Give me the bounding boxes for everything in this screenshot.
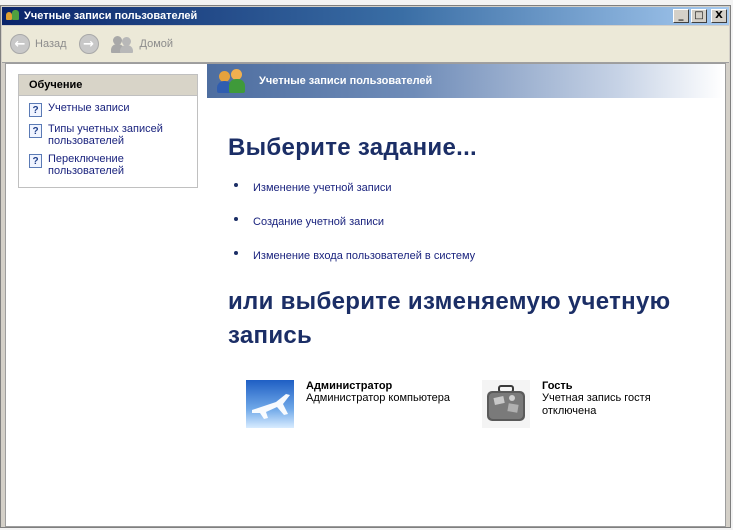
task-create-account[interactable]: Создание учетной записи xyxy=(234,216,384,228)
control-panel-window: Учетные записи пользователей _ □ X ← Наз… xyxy=(0,5,731,528)
page-banner: Учетные записи пользователей xyxy=(207,64,723,98)
task-change-account[interactable]: Изменение учетной записи xyxy=(234,182,392,194)
suitcase-picture xyxy=(482,380,530,428)
account-description-line2: отключена xyxy=(542,405,597,417)
account-heading-line1: или выберите изменяемую учетную xyxy=(228,288,671,315)
account-description-line1: Учетная запись гостя xyxy=(542,392,651,404)
airplane-picture xyxy=(246,380,294,428)
banner-title: Учетные записи пользователей xyxy=(259,75,433,87)
back-label: Назад xyxy=(35,38,67,50)
minimize-button[interactable]: _ xyxy=(673,9,689,23)
help-question-icon: ? xyxy=(29,154,42,168)
sidebar-item-label: Типы учетных записей пользователей xyxy=(48,123,163,147)
task-link[interactable]: Создание учетной записи xyxy=(253,216,384,228)
close-button[interactable]: X xyxy=(711,9,727,23)
window-title: Учетные записи пользователей xyxy=(24,10,198,22)
bullet-icon xyxy=(234,217,238,221)
navigation-toolbar: ← Назад → Домой xyxy=(2,26,729,63)
bullet-icon xyxy=(234,183,238,187)
sidebar-item-label: Учетные записи xyxy=(48,102,130,114)
help-question-icon: ? xyxy=(29,103,42,117)
help-question-icon: ? xyxy=(29,124,42,138)
back-button[interactable]: ← Назад xyxy=(10,34,67,54)
learn-about-heading: Обучение xyxy=(19,75,197,96)
home-label: Домой xyxy=(139,38,174,50)
forward-arrow-icon: → xyxy=(78,34,99,54)
maximize-button[interactable]: □ xyxy=(691,9,707,23)
account-heading-line2: запись xyxy=(228,322,313,349)
bullet-icon xyxy=(234,251,238,255)
home-button[interactable]: Домой xyxy=(110,35,174,53)
sidebar-item-switch-users[interactable]: ? Переключение пользователей xyxy=(29,153,197,177)
sidebar-item-account-types[interactable]: ? Типы учетных записей пользователей xyxy=(29,123,197,147)
back-arrow-icon: ← xyxy=(10,34,30,54)
account-name: Администратор xyxy=(306,380,393,392)
account-description: Администратор компьютера xyxy=(306,392,450,404)
home-users-icon xyxy=(110,35,135,53)
task-link[interactable]: Изменение учетной записи xyxy=(253,182,392,194)
task-change-logon[interactable]: Изменение входа пользователей в систему xyxy=(234,250,475,262)
account-administrator[interactable]: Администратор Администратор компьютера xyxy=(246,380,450,428)
user-accounts-icon xyxy=(6,9,20,23)
sidebar-item-accounts[interactable]: ? Учетные записи xyxy=(29,102,197,117)
user-accounts-icon xyxy=(217,67,247,95)
sidebar-item-label: Переключение пользователей xyxy=(48,153,124,177)
account-guest[interactable]: Гость Учетная запись гостя отключена xyxy=(482,380,651,428)
forward-button[interactable]: → xyxy=(78,34,99,54)
content-area: Обучение ? Учетные записи ? Типы учетных… xyxy=(5,63,726,527)
learn-about-panel: Обучение ? Учетные записи ? Типы учетных… xyxy=(18,74,198,188)
task-heading: Выберите задание... xyxy=(228,134,478,161)
title-bar: Учетные записи пользователей _ □ X xyxy=(2,7,729,25)
account-name: Гость xyxy=(542,380,573,392)
task-link[interactable]: Изменение входа пользователей в систему xyxy=(253,250,475,262)
